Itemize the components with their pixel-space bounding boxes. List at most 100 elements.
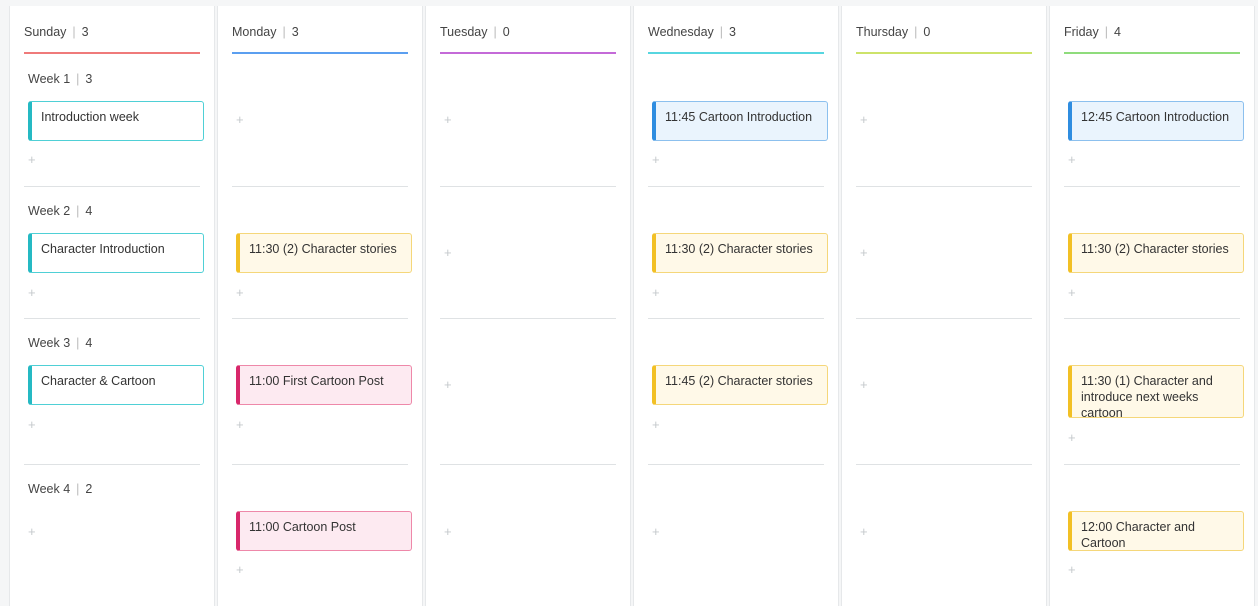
day-name: Thursday [856, 25, 909, 39]
day-header-monday: Monday | 3 [232, 6, 408, 54]
event-card[interactable]: 12:45 Cartoon Introduction [1068, 101, 1244, 141]
add-event-plus-icon[interactable]: + [652, 525, 666, 539]
week-count: 4 [85, 336, 93, 350]
event-title: Character & Cartoon [41, 374, 156, 388]
add-event-plus-icon[interactable]: + [28, 418, 42, 432]
week-count: 4 [85, 204, 93, 218]
add-event-plus-icon[interactable]: + [28, 286, 42, 300]
event-card[interactable]: 11:45 Cartoon Introduction [652, 101, 828, 141]
day-name: Monday [232, 25, 277, 39]
week-divider [440, 464, 616, 465]
add-event-plus-icon[interactable]: + [444, 525, 458, 539]
event-title: 11:30 (1) Character and introduce next w… [1081, 374, 1213, 420]
week-divider [232, 318, 408, 319]
add-event-plus-icon[interactable]: + [1068, 286, 1082, 300]
week-count: 3 [85, 72, 93, 86]
day-header-thursday: Thursday | 0 [856, 6, 1032, 54]
event-title: 11:00 First Cartoon Post [249, 374, 384, 388]
column-sunday: Sunday | 3 Week 1 | 3 Introduction week + We… [9, 6, 215, 606]
day-count: 0 [502, 25, 510, 39]
week-divider [856, 186, 1032, 187]
add-event-plus-icon[interactable]: + [652, 418, 666, 432]
event-card[interactable]: 11:30 (2) Character stories [1068, 233, 1244, 273]
week-divider [1064, 318, 1240, 319]
day-count: 3 [291, 25, 299, 39]
week-divider [24, 186, 200, 187]
separator: | [76, 336, 80, 350]
week-divider [1064, 186, 1240, 187]
add-event-plus-icon[interactable]: + [236, 418, 250, 432]
add-event-plus-icon[interactable]: + [236, 286, 250, 300]
separator: | [719, 25, 724, 39]
add-event-plus-icon[interactable]: + [1068, 153, 1082, 167]
add-event-plus-icon[interactable]: + [444, 113, 458, 127]
add-event-plus-icon[interactable]: + [236, 113, 250, 127]
event-card[interactable]: 12:00 Character and Cartoon [1068, 511, 1244, 551]
calendar-board: Sunday | 3 Week 1 | 3 Introduction week + We… [0, 0, 1258, 606]
add-event-plus-icon[interactable]: + [28, 153, 42, 167]
event-title: 11:30 (2) Character stories [249, 242, 397, 256]
column-tuesday: Tuesday | 0 + + + + [425, 6, 631, 606]
add-event-plus-icon[interactable]: + [860, 378, 874, 392]
week-count: 2 [85, 482, 93, 496]
separator: | [76, 72, 80, 86]
event-title: 11:45 (2) Character stories [665, 374, 813, 388]
day-count: 0 [923, 25, 931, 39]
event-card[interactable]: Character & Cartoon [28, 365, 204, 405]
add-event-plus-icon[interactable]: + [652, 286, 666, 300]
day-count: 4 [1113, 25, 1121, 39]
event-card[interactable]: 11:00 Cartoon Post [236, 511, 412, 551]
column-wednesday: Wednesday | 3 11:45 Cartoon Introduction +… [633, 6, 839, 606]
event-card[interactable]: Character Introduction [28, 233, 204, 273]
separator: | [1104, 25, 1108, 39]
week-divider [24, 464, 200, 465]
week-label-3: Week 3 | 4 [28, 336, 92, 350]
event-card[interactable]: 11:00 First Cartoon Post [236, 365, 412, 405]
event-card[interactable]: 11:30 (2) Character stories [652, 233, 828, 273]
event-card[interactable]: Introduction week [28, 101, 204, 141]
separator: | [493, 25, 497, 39]
event-card[interactable]: 11:30 (1) Character and introduce next w… [1068, 365, 1244, 420]
event-card[interactable]: 11:45 (2) Character stories [652, 365, 828, 405]
week-divider [648, 186, 824, 187]
add-event-plus-icon[interactable]: + [1068, 431, 1082, 445]
add-event-plus-icon[interactable]: + [860, 246, 874, 260]
day-header-tuesday: Tuesday | 0 [440, 6, 616, 54]
event-title: 12:45 Cartoon Introduction [1081, 110, 1230, 124]
event-title: Introduction week [41, 110, 139, 124]
add-event-plus-icon[interactable]: + [860, 113, 874, 127]
event-title: 11:45 Cartoon Introduction [665, 110, 813, 124]
week-divider [232, 186, 408, 187]
column-thursday: Thursday | 0 + + + + [841, 6, 1047, 606]
separator: | [76, 482, 80, 496]
week-name: Week 1 [28, 72, 71, 86]
week-divider [232, 464, 408, 465]
add-event-plus-icon[interactable]: + [1068, 563, 1082, 577]
column-monday: Monday | 3 + 11:30 (2) Character stories +… [217, 6, 423, 606]
add-event-plus-icon[interactable]: + [860, 525, 874, 539]
column-friday: Friday | 4 12:45 Cartoon Introduction + 11… [1049, 6, 1255, 606]
day-name: Sunday [24, 25, 67, 39]
week-name: Week 3 [28, 336, 71, 350]
add-event-plus-icon[interactable]: + [28, 525, 42, 539]
event-card[interactable]: 11:30 (2) Character stories [236, 233, 412, 273]
separator: | [914, 25, 918, 39]
separator: | [72, 25, 76, 39]
event-title: 11:30 (2) Character stories [665, 242, 813, 256]
separator: | [282, 25, 286, 39]
week-divider [648, 464, 824, 465]
week-label-1: Week 1 | 3 [28, 72, 92, 86]
day-header-wednesday: Wednesday | 3 [648, 6, 824, 54]
week-divider [856, 318, 1032, 319]
event-title: 11:00 Cartoon Post [249, 520, 356, 534]
day-header-friday: Friday | 4 [1064, 6, 1240, 54]
add-event-plus-icon[interactable]: + [236, 563, 250, 577]
day-header-sunday: Sunday | 3 [24, 6, 200, 54]
add-event-plus-icon[interactable]: + [444, 378, 458, 392]
event-title: 11:30 (2) Character stories [1081, 242, 1229, 256]
week-name: Week 4 [28, 482, 71, 496]
add-event-plus-icon[interactable]: + [652, 153, 666, 167]
add-event-plus-icon[interactable]: + [444, 246, 458, 260]
week-name: Week 2 [28, 204, 71, 218]
week-label-2: Week 2 | 4 [28, 204, 92, 218]
